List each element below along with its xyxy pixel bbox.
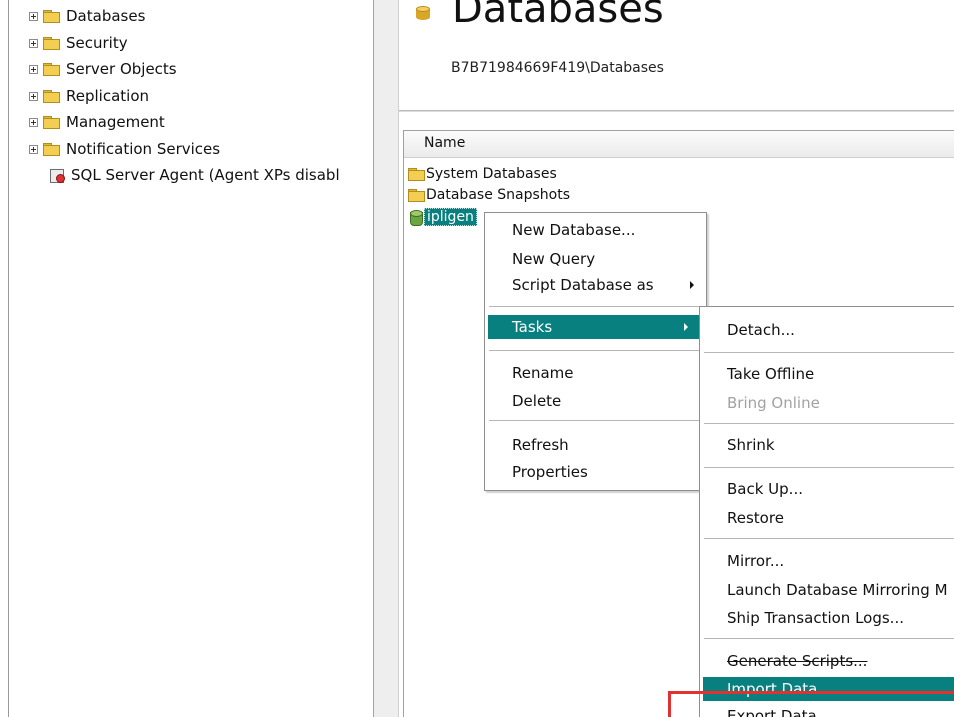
tasks-submenu: Detach... Take Offline Bring Online Shri… [699,306,954,717]
database-icon [410,209,423,226]
tree-item-replication[interactable]: Replication [29,85,149,107]
tree-item-sql-server-agent[interactable]: SQL Server Agent (Agent XPs disabl [49,164,340,186]
sql-agent-icon [49,167,65,183]
tree-item-label: Management [66,113,165,131]
menu-item-launch-database-mirroring[interactable]: Launch Database Mirroring M [700,578,954,602]
expand-icon[interactable] [29,117,38,127]
list-item-system-databases[interactable]: System Databases [408,164,557,184]
menu-separator [704,638,954,639]
menu-separator [489,420,702,421]
folder-icon [43,10,60,23]
submenu-arrow-icon [690,281,694,289]
expand-icon[interactable] [29,91,38,101]
tree-item-security[interactable]: Security [29,32,128,54]
page-title: Databases [452,0,664,32]
tree-item-databases[interactable]: Databases [29,5,145,27]
folder-icon [43,143,60,156]
list-item-ipligen[interactable]: ipligen [410,207,477,227]
expand-icon[interactable] [29,38,38,48]
menu-separator [489,350,702,351]
menu-item-restore[interactable]: Restore [700,506,954,530]
tree-item-label: Replication [66,87,150,105]
database-context-menu: New Database... New Query Script Databas… [484,212,707,491]
list-item-label: System Databases [426,166,557,182]
submenu-arrow-icon [684,323,688,331]
menu-item-rename[interactable]: Rename [485,361,706,385]
pane-splitter[interactable] [373,0,399,717]
menu-item-take-offline[interactable]: Take Offline [700,362,954,386]
folder-icon [43,116,60,129]
menu-separator [489,306,702,307]
folder-icon [43,37,60,50]
expand-icon[interactable] [29,144,38,154]
menu-item-bring-online: Bring Online [727,394,820,412]
list-item-label: Database Snapshots [426,187,570,203]
menu-item-new-query[interactable]: New Query [485,247,706,271]
tree-item-notification-services[interactable]: Notification Services [29,138,220,160]
object-explorer-tree: Databases Security Server Objects Replic… [9,0,373,717]
tree-item-server-objects[interactable]: Server Objects [29,58,177,80]
menu-item-script-database-as[interactable]: Script Database as [485,273,706,297]
expand-icon[interactable] [29,64,38,74]
folder-icon [43,63,60,76]
menu-separator [704,467,954,468]
tree-item-label: Server Objects [66,60,177,78]
list-header: Name [404,131,954,158]
breadcrumb-path: B7B71984669F419\Databases [451,60,664,76]
folder-icon [408,189,425,202]
tree-item-label: SQL Server Agent (Agent XPs disabl [71,166,340,184]
tree-item-label: Notification Services [66,140,221,158]
menu-item-detach[interactable]: Detach... [700,318,954,342]
folder-icon [408,168,425,181]
menu-separator [704,352,954,353]
tree-item-management[interactable]: Management [29,111,165,133]
list-item-label: ipligen [424,208,477,226]
menu-item-refresh[interactable]: Refresh [485,433,706,457]
menu-item-new-database[interactable]: New Database... [485,218,706,242]
menu-separator [704,423,954,424]
menu-item-properties[interactable]: Properties [485,460,706,484]
folder-icon [43,90,60,103]
expand-icon[interactable] [29,11,38,21]
menu-item-ship-transaction-logs[interactable]: Ship Transaction Logs... [700,606,954,630]
highlight-callout-box [668,691,954,717]
tree-item-label: Databases [66,7,146,25]
tree-item-label: Security [66,34,128,52]
menu-separator [704,538,954,539]
summary-separator [399,110,954,112]
menu-item-back-up[interactable]: Back Up... [700,477,954,501]
menu-item-generate-scripts[interactable]: Generate Scripts... [700,649,954,673]
menu-item-delete[interactable]: Delete [485,389,706,413]
menu-item-mirror[interactable]: Mirror... [700,549,954,573]
menu-item-tasks[interactable]: Tasks [488,315,700,339]
list-item-database-snapshots[interactable]: Database Snapshots [408,185,570,205]
database-folder-icon [416,6,430,22]
menu-item-shrink[interactable]: Shrink [700,433,954,457]
column-header-name[interactable]: Name [424,135,465,151]
